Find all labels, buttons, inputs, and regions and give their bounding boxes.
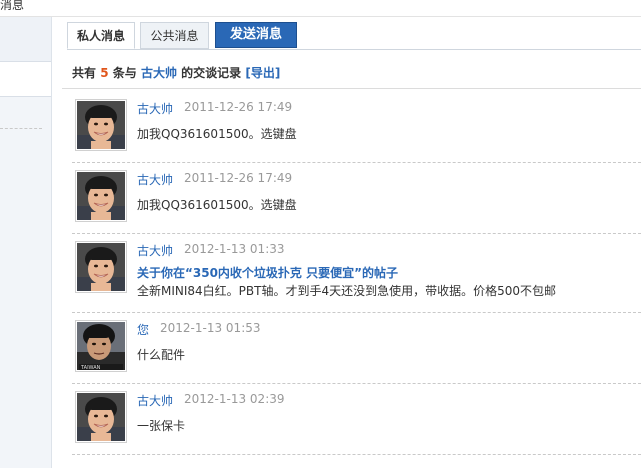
user-avatar[interactable] [75, 170, 127, 222]
tabs-divider [67, 49, 641, 50]
summary-user[interactable]: 古大帅 [141, 66, 177, 80]
message-time: 2012-1-13 01:53 [160, 321, 261, 335]
sidebar-block[interactable] [0, 17, 51, 62]
user-avatar[interactable] [75, 391, 127, 443]
message-author[interactable]: 古大帅 [137, 171, 173, 188]
sidebar-block[interactable] [0, 62, 51, 97]
message-author[interactable]: 古大帅 [137, 242, 173, 259]
send-message-button[interactable]: 发送消息 [215, 22, 297, 48]
message-author[interactable]: 古大帅 [137, 392, 173, 409]
message-text: 一张保卡 [137, 419, 186, 433]
summary-suffix: 的交谈记录 [181, 66, 242, 80]
summary-divider [62, 88, 641, 89]
tab-public-messages[interactable]: 公共消息 [140, 22, 209, 49]
message-author[interactable]: 古大帅 [137, 100, 173, 117]
message-item: 古大帅 2012-1-13 01:33 关于你在“350内收个垃圾扑克 只要便宜… [62, 234, 641, 313]
message-count: 5 [100, 66, 109, 80]
top-bar-text: 消息 [0, 0, 25, 12]
user-avatar[interactable] [75, 99, 127, 151]
message-time: 2012-1-13 01:33 [184, 242, 285, 256]
user-avatar[interactable] [75, 320, 127, 372]
summary-prefix: 共有 [72, 66, 97, 80]
message-item: 您 2012-1-13 01:53 什么配件 [62, 313, 641, 384]
message-text: 加我QQ361601500。选键盘 [137, 198, 297, 212]
conversation-summary: 共有 5 条与 古大帅 的交谈记录 [导出] [72, 64, 280, 81]
message-divider [72, 454, 641, 455]
sidebar-divider [0, 128, 42, 129]
message-time: 2011-12-26 17:49 [184, 100, 293, 114]
post-title-link[interactable]: 关于你在“350内收个垃圾扑克 只要便宜”的帖子 [137, 264, 398, 281]
message-author[interactable]: 您 [137, 321, 149, 338]
sidebar [0, 17, 52, 468]
message-item: 古大帅 2011-12-26 17:49 加我QQ361601500。选键盘 [62, 92, 641, 163]
message-item: 古大帅 2011-12-26 17:49 加我QQ361601500。选键盘 [62, 163, 641, 234]
message-item: 古大帅 2012-1-13 02:39 一张保卡 [62, 384, 641, 455]
summary-mid: 条与 [112, 66, 137, 80]
top-bar: 消息 [0, 0, 641, 17]
message-time: 2011-12-26 17:49 [184, 171, 293, 185]
user-avatar[interactable] [75, 241, 127, 293]
message-text: 全新MINI84白红。PBT轴。才到手4天还没到急使用，带收据。价格500不包邮 [137, 284, 557, 298]
message-text: 加我QQ361601500。选键盘 [137, 127, 297, 141]
message-time: 2012-1-13 02:39 [184, 392, 285, 406]
export-link[interactable]: [导出] [245, 66, 280, 80]
tab-private-messages[interactable]: 私人消息 [67, 22, 135, 49]
message-text: 什么配件 [137, 348, 186, 362]
